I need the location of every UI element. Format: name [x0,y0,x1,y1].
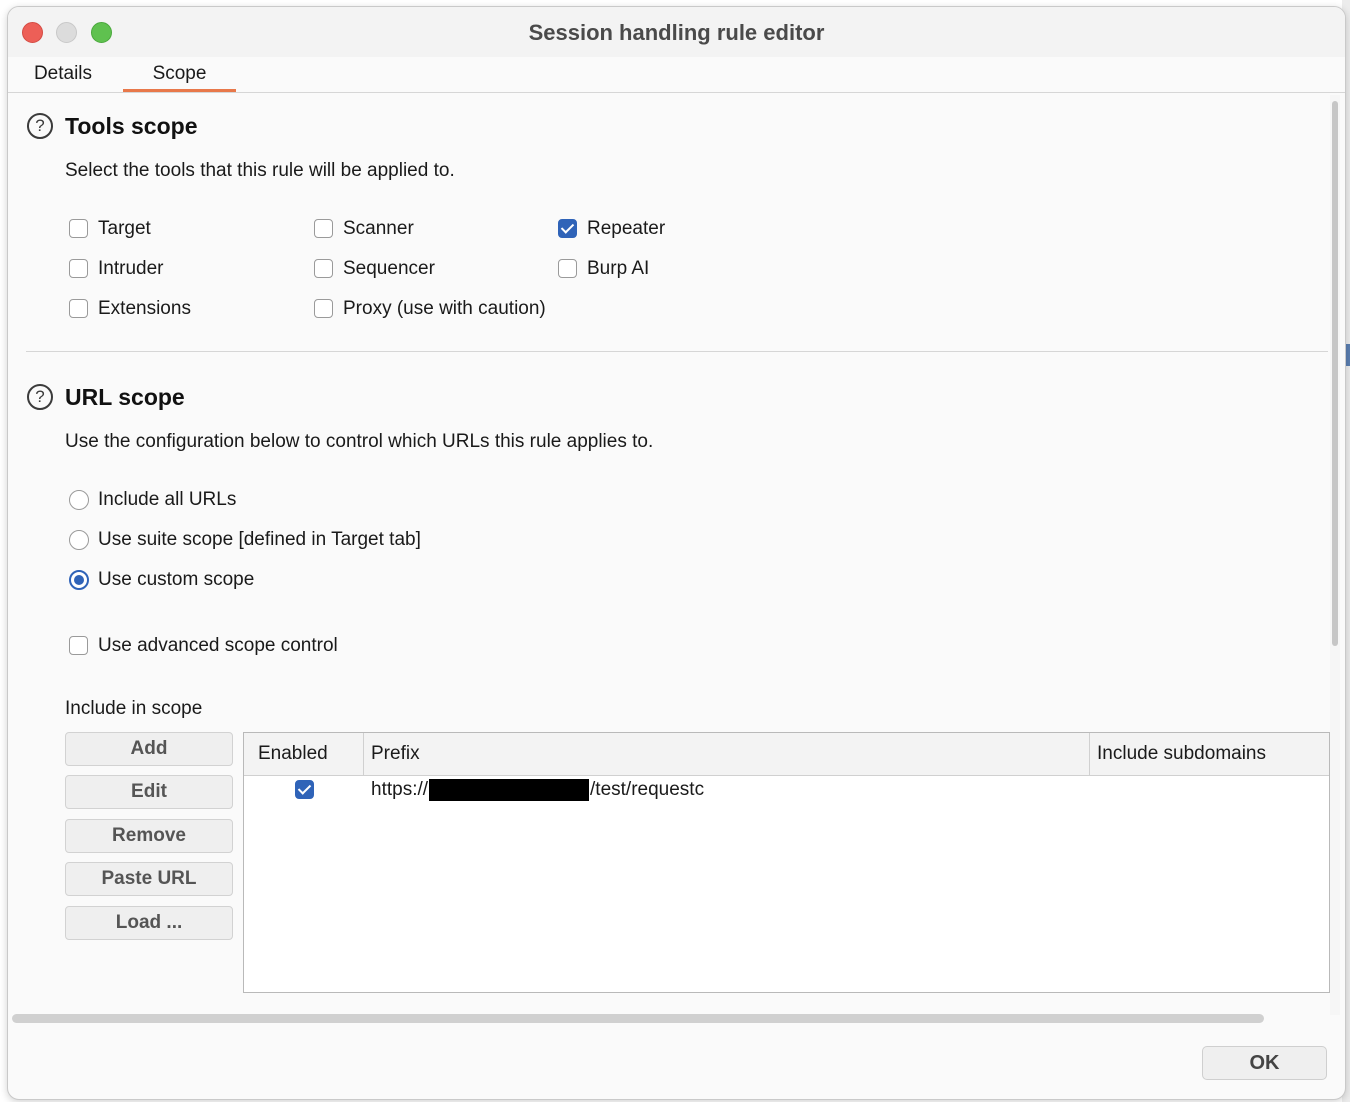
tool-extensions-label: Extensions [98,298,191,319]
tab-scope[interactable]: Scope [123,61,236,92]
tab-details[interactable]: Details [18,61,108,92]
column-header-include-subdomains[interactable]: Include subdomains [1090,733,1330,775]
tool-scanner-label: Scanner [343,218,414,239]
checkbox-box[interactable] [69,636,88,655]
ok-button[interactable]: OK [1202,1046,1327,1080]
tool-target-label: Target [98,218,151,239]
checkbox-box[interactable] [69,219,88,238]
vertical-scrollbar[interactable] [1330,95,1340,1015]
advanced-scope-label: Use advanced scope control [98,635,338,656]
checkbox-box[interactable] [314,299,333,318]
url-scope-help-icon[interactable]: ? [27,384,53,410]
tab-bar: Details Scope [8,57,1345,93]
radio-button-selected[interactable] [69,570,89,590]
window-title: Session handling rule editor [528,20,825,45]
remove-button[interactable]: Remove [65,819,233,853]
table-header: Enabled Prefix Include subdomains [244,733,1329,776]
include-all-urls-label: Include all URLs [98,489,237,510]
horizontal-scrollbar[interactable] [12,1014,1264,1023]
edit-button[interactable]: Edit [65,775,233,809]
tools-scope-title: Tools scope [65,113,198,139]
checkbox-box[interactable] [314,219,333,238]
tool-burp-ai-label: Burp AI [587,258,650,279]
add-button[interactable]: Add [65,732,233,766]
redacted-host [429,778,590,801]
custom-scope-label: Use custom scope [98,569,255,590]
row-enabled-checkbox[interactable] [295,780,314,799]
paste-url-button[interactable]: Paste URL [65,862,233,896]
radio-button[interactable] [69,530,89,550]
tools-scope-description: Select the tools that this rule will be … [65,160,455,181]
checkbox-box[interactable] [69,259,88,278]
checkbox-box[interactable] [69,299,88,318]
include-scope-table: Enabled Prefix Include subdomains https:… [243,732,1330,993]
table-row[interactable]: https:// /test/requestc [244,776,1329,806]
url-scope-description: Use the configuration below to control w… [65,431,654,452]
vertical-scrollbar-thumb[interactable] [1332,101,1338,646]
checkbox-box-checked[interactable] [558,219,577,238]
session-rule-editor-window: Session handling rule editor Details Sco… [7,6,1346,1100]
checkbox-box[interactable] [314,259,333,278]
section-divider [26,351,1328,352]
tool-sequencer-label: Sequencer [343,258,435,279]
suite-scope-label: Use suite scope [defined in Target tab] [98,529,421,550]
prefix-path: /test/requestc [590,779,705,800]
load-button[interactable]: Load ... [65,906,233,940]
radio-button[interactable] [69,490,89,510]
tool-intruder-label: Intruder [98,258,164,279]
tool-repeater-label: Repeater [587,218,666,239]
url-scope-title: URL scope [65,384,185,410]
checkbox-box[interactable] [558,259,577,278]
prefix-scheme: https:// [371,779,429,800]
row-prefix-cell: https:// /test/requestc [371,776,704,806]
tools-scope-help-icon[interactable]: ? [27,113,53,139]
include-in-scope-label: Include in scope [65,698,203,719]
tool-proxy-label: Proxy (use with caution) [343,298,546,319]
column-header-enabled[interactable]: Enabled [244,733,364,775]
column-header-prefix[interactable]: Prefix [364,733,1090,775]
title-bar: Session handling rule editor [8,7,1345,57]
